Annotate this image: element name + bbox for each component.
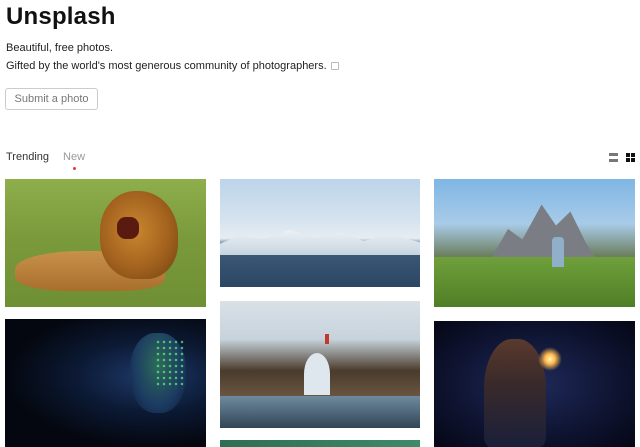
photo-detail bbox=[434, 257, 635, 307]
tab-new[interactable]: New bbox=[63, 151, 86, 170]
photo-snowy-mountains[interactable] bbox=[220, 179, 420, 287]
photo-detail bbox=[538, 347, 562, 371]
grid-view-icon[interactable] bbox=[626, 153, 635, 162]
tagline-line-1: Beautiful, free photos. bbox=[6, 42, 114, 54]
photo-detail bbox=[100, 191, 178, 279]
photo-detail bbox=[304, 353, 330, 395]
photo-rock-arch[interactable] bbox=[220, 301, 420, 428]
photo-detail bbox=[155, 339, 185, 389]
site-title: Unsplash bbox=[6, 3, 116, 30]
photo-lion[interactable] bbox=[5, 179, 206, 307]
tagline-line-2-text: Gifted by the world's most generous comm… bbox=[6, 60, 327, 72]
photo-partial[interactable] bbox=[220, 440, 420, 447]
tagline-line-2: Gifted by the world's most generous comm… bbox=[6, 60, 339, 72]
active-tab-indicator bbox=[73, 167, 77, 170]
photo-detail bbox=[220, 229, 420, 255]
photo-detail bbox=[484, 339, 546, 447]
photo-sparkler[interactable] bbox=[434, 321, 635, 447]
photo-detail bbox=[325, 334, 329, 344]
photo-detail bbox=[220, 396, 420, 428]
heart-icon bbox=[330, 62, 339, 71]
submit-photo-button[interactable]: Submit a photo bbox=[5, 88, 98, 110]
photo-detail bbox=[117, 217, 139, 239]
feed-tabs: Trending New bbox=[6, 151, 86, 170]
photo-glowing-dust-portrait[interactable] bbox=[5, 319, 206, 447]
photo-detail bbox=[552, 237, 564, 267]
view-toggle bbox=[609, 153, 635, 162]
list-view-icon[interactable] bbox=[609, 153, 618, 162]
tab-trending[interactable]: Trending bbox=[6, 151, 49, 163]
photo-alpine-hiker[interactable] bbox=[434, 179, 635, 307]
tab-new-label: New bbox=[63, 151, 86, 163]
